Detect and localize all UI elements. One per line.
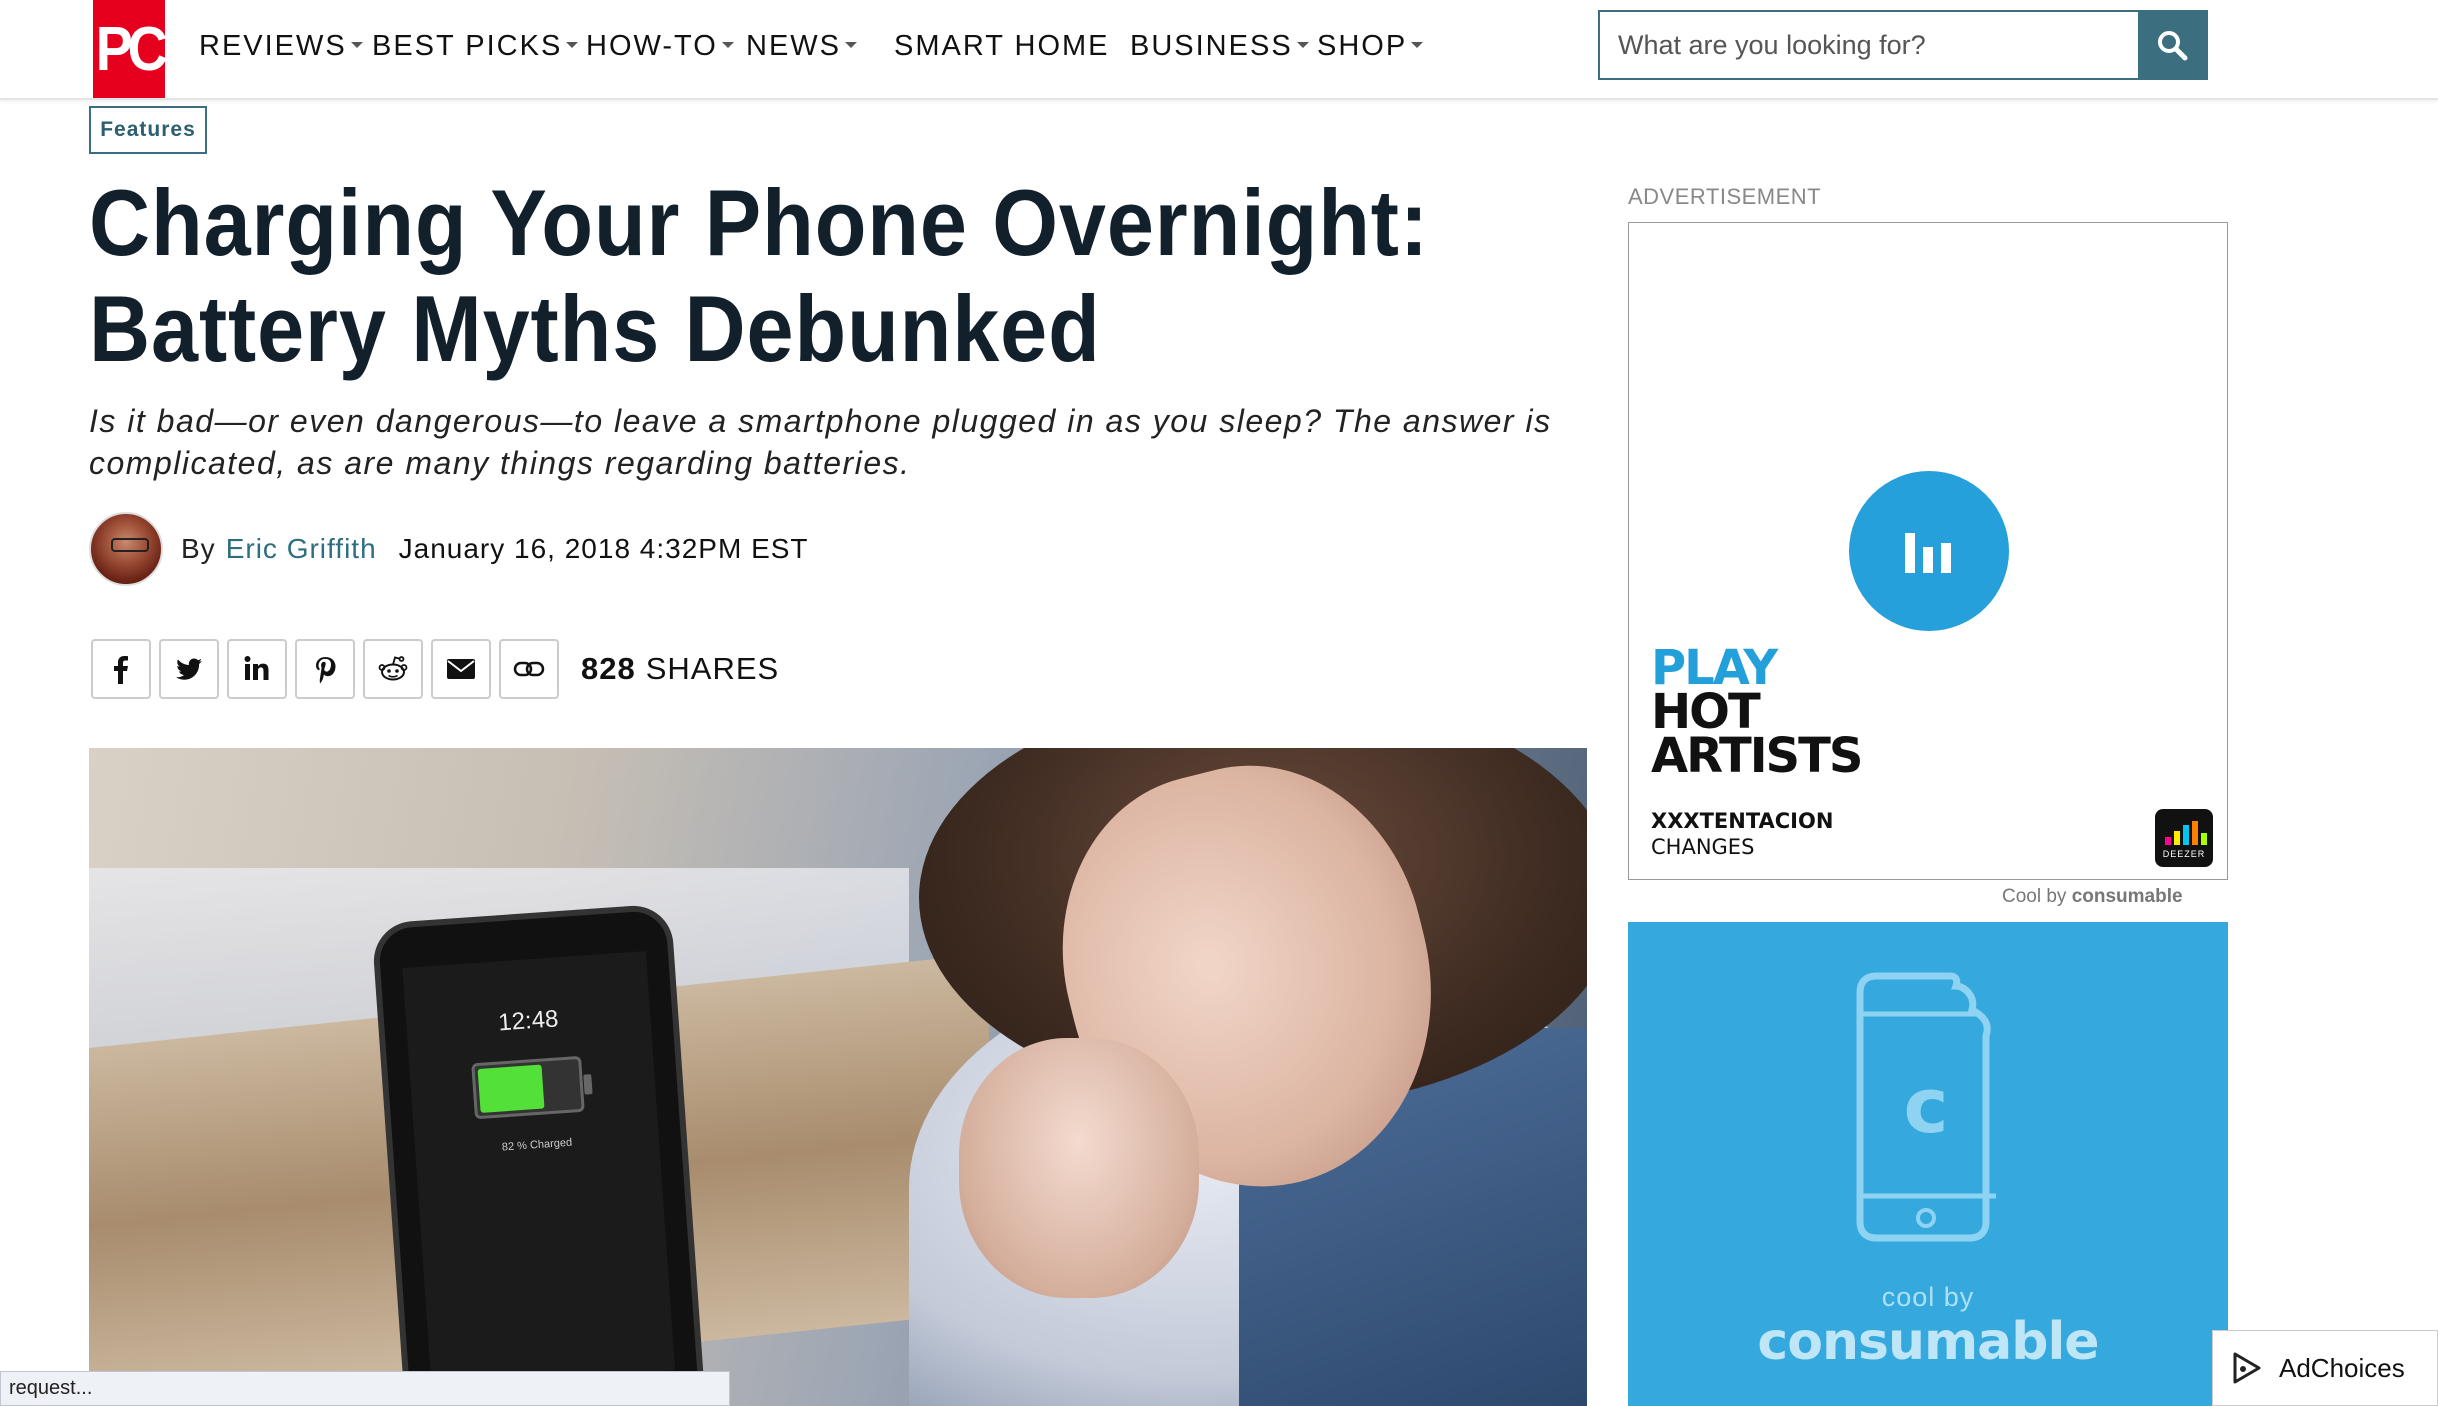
share-reddit-button[interactable] xyxy=(363,639,423,699)
share-pinterest-button[interactable] xyxy=(295,639,355,699)
consumable-ad[interactable]: c cool by consumable xyxy=(1628,922,2228,1406)
reddit-icon xyxy=(378,656,408,681)
consumable-brand: consumable xyxy=(2071,886,2183,907)
nav-best-picks[interactable]: BEST PICKS xyxy=(372,30,579,63)
author-link[interactable]: Eric Griffith xyxy=(226,533,377,565)
ad2-cool-by: cool by xyxy=(1881,1282,1975,1312)
search-icon xyxy=(2158,31,2188,61)
deezer-app-icon: DEEZER xyxy=(2155,809,2213,867)
deezer-label: DEEZER xyxy=(2162,849,2206,859)
deezer-ad[interactable]: PLAY HOT ARTISTS XXXTENTACION CHANGES DE… xyxy=(1628,222,2228,880)
by-label: By xyxy=(181,533,216,564)
bitten-phone-icon: c xyxy=(1856,972,1996,1242)
facebook-icon xyxy=(114,656,128,684)
title-line-1: Charging Your Phone Overnight: xyxy=(89,170,1429,275)
nav-smart-home[interactable]: SMART HOME xyxy=(894,30,1110,63)
svg-text:c: c xyxy=(1903,1061,1948,1150)
byline: By Eric Griffith January 16, 2018 4:32PM… xyxy=(89,512,809,586)
share-email-button[interactable] xyxy=(431,639,491,699)
article-title: Charging Your Phone Overnight: Battery M… xyxy=(89,170,1457,382)
ad-artist-name: XXXTENTACION xyxy=(1651,809,1834,833)
adchoices-icon xyxy=(2233,1352,2261,1384)
chevron-down-icon xyxy=(1296,41,1309,48)
nav-label: BUSINESS xyxy=(1130,30,1293,62)
ad-song-name: CHANGES xyxy=(1651,835,1755,859)
share-facebook-button[interactable] xyxy=(91,639,151,699)
share-count: 828 xyxy=(581,651,636,686)
phone-illustration: 12:48 82 % Charged xyxy=(371,903,707,1406)
site-header: PC REVIEWS BEST PICKS HOW-TO NEWS SMART … xyxy=(0,0,2438,100)
nav-how-to[interactable]: HOW-TO xyxy=(586,30,734,63)
copy-link-button[interactable] xyxy=(499,639,559,699)
chevron-down-icon xyxy=(566,41,579,48)
chevron-down-icon xyxy=(1411,41,1424,48)
share-twitter-button[interactable] xyxy=(159,639,219,699)
adchoices-label: AdChoices xyxy=(2279,1352,2405,1383)
nav-label: HOW-TO xyxy=(586,30,718,62)
ad-headline-artists: ARTISTS xyxy=(1651,728,1863,784)
nav-label: SMART HOME xyxy=(894,30,1110,62)
cool-by-consumable-link[interactable]: Cool by consumable xyxy=(2002,886,2183,908)
hero-image: 12:48 82 % Charged xyxy=(89,748,1587,1406)
linkedin-icon xyxy=(244,656,269,680)
search-box xyxy=(1598,10,2208,80)
nav-reviews[interactable]: REVIEWS xyxy=(199,30,363,63)
share-bar: 828 SHARES xyxy=(91,638,779,700)
chevron-down-icon xyxy=(721,41,734,48)
chevron-down-icon xyxy=(845,41,857,48)
nav-news[interactable]: NEWS xyxy=(746,30,857,63)
twitter-icon xyxy=(176,658,202,680)
advertisement-label: ADVERTISEMENT xyxy=(1628,184,1822,209)
link-icon xyxy=(513,661,545,677)
publish-date: January 16, 2018 4:32PM EST xyxy=(398,533,809,564)
chevron-down-icon xyxy=(350,41,363,48)
pcmag-logo[interactable]: PC xyxy=(93,0,168,98)
pinterest-icon xyxy=(316,657,336,684)
browser-status-bar: request... xyxy=(0,1371,730,1406)
nav-label: NEWS xyxy=(746,30,841,62)
battery-fill xyxy=(477,1064,545,1113)
phone-time: 12:48 xyxy=(497,1005,560,1037)
cool-by-label: Cool by xyxy=(2002,886,2067,907)
nav-label: SHOP xyxy=(1317,30,1408,62)
share-label: SHARES xyxy=(645,651,780,686)
search-input[interactable] xyxy=(1600,12,2140,78)
email-icon xyxy=(447,659,475,679)
author-avatar[interactable] xyxy=(89,512,163,586)
phone-charge-status: 82 % Charged xyxy=(501,1136,573,1154)
equalizer-icon xyxy=(1905,533,1951,573)
category-tag[interactable]: Features xyxy=(89,106,207,154)
share-linkedin-button[interactable] xyxy=(227,639,287,699)
ad2-brand: consumable xyxy=(1757,1312,2099,1372)
nav-shop[interactable]: SHOP xyxy=(1317,30,1424,63)
deezer-play-circle[interactable] xyxy=(1849,471,2009,631)
search-button[interactable] xyxy=(2138,12,2206,78)
title-line-2: Battery Myths Debunked xyxy=(89,276,1101,381)
adchoices-button[interactable]: AdChoices xyxy=(2212,1330,2438,1406)
nav-label: BEST PICKS xyxy=(372,30,563,62)
article-subtitle: Is it bad—or even dangerous—to leave a s… xyxy=(89,403,1552,481)
nav-business[interactable]: BUSINESS xyxy=(1130,30,1309,63)
logo-text: PC xyxy=(95,14,168,84)
battery-icon xyxy=(471,1055,593,1120)
nav-label: REVIEWS xyxy=(199,30,347,62)
